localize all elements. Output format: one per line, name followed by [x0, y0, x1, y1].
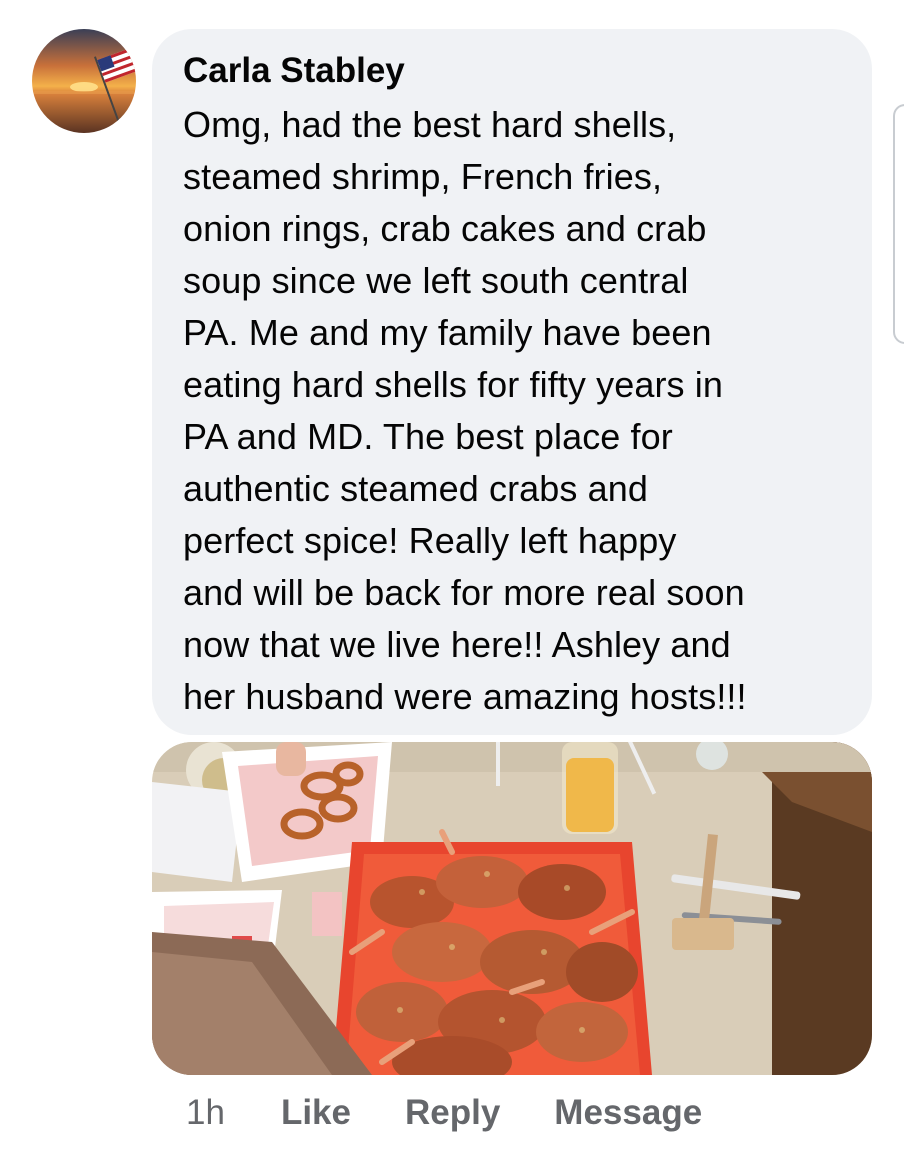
comment-text: Omg, had the best hard shells, steamed s… [183, 104, 747, 717]
comment-actions: 1h Like Reply Message [186, 1090, 702, 1136]
scroll-edge [893, 104, 904, 344]
comment-author[interactable]: Carla Stabley [183, 49, 405, 93]
avatar[interactable] [32, 29, 136, 133]
like-button[interactable]: Like [281, 1093, 351, 1133]
comment-photo[interactable] [152, 742, 872, 1075]
comment-timestamp: 1h [186, 1093, 225, 1132]
reply-button[interactable]: Reply [405, 1093, 500, 1133]
message-button[interactable]: Message [554, 1093, 702, 1133]
comment-bubble: Carla Stabley Omg, had the best hard she… [152, 29, 872, 735]
